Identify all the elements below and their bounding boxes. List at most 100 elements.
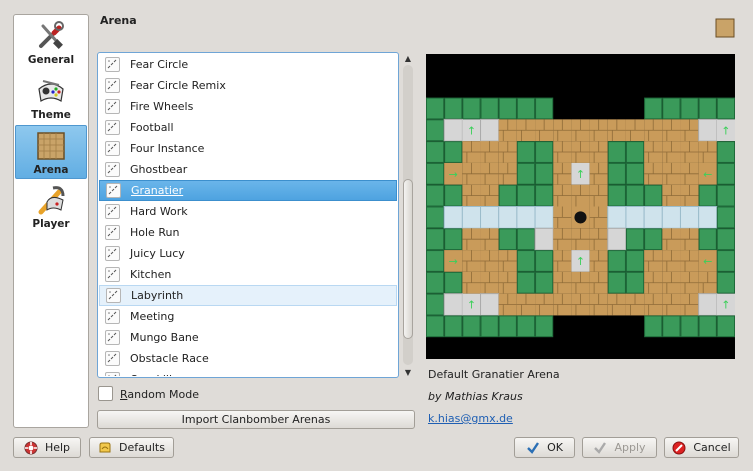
arena-list-item[interactable]: Hard Work bbox=[99, 201, 397, 222]
svg-text:←: ← bbox=[703, 168, 712, 181]
svg-text:→: → bbox=[449, 255, 458, 268]
svg-text:↑: ↑ bbox=[721, 299, 730, 312]
arena-file-icon bbox=[105, 162, 120, 177]
arena-list-item[interactable]: Juicy Lucy bbox=[99, 243, 397, 264]
arena-file-icon bbox=[106, 183, 121, 198]
page-selector: General Theme Arena Player bbox=[13, 14, 89, 428]
arena-file-icon bbox=[105, 351, 120, 366]
scroll-down-arrow-icon[interactable]: ▼ bbox=[401, 366, 415, 378]
nav-item-theme[interactable]: Theme bbox=[15, 71, 87, 125]
arena-list-item-label: Hole Run bbox=[130, 226, 180, 239]
arena-list-item-label: Overkill bbox=[130, 373, 172, 376]
arena-list-item-label: Labyrinth bbox=[131, 289, 184, 302]
ok-label: OK bbox=[547, 441, 563, 454]
arena-list-item[interactable]: Fear Circle Remix bbox=[99, 75, 397, 96]
import-clanbomber-arenas-button[interactable]: Import Clanbomber Arenas bbox=[97, 410, 415, 429]
arena-list-viewport: Fear Circle Fear Circle Remix Fire Wheels F… bbox=[99, 54, 397, 376]
arena-list-item[interactable]: Kitchen bbox=[99, 264, 397, 285]
arena-file-icon bbox=[105, 225, 120, 240]
arena-icon bbox=[35, 130, 67, 162]
arena-list-scrollbar[interactable]: ▲ ▼ bbox=[401, 52, 415, 378]
arena-list-item-label: Fear Circle Remix bbox=[130, 79, 226, 92]
arena-list-item-label: Hard Work bbox=[130, 205, 188, 218]
arena-file-icon bbox=[105, 57, 120, 72]
help-button[interactable]: Help bbox=[13, 437, 81, 458]
arena-author: by Mathias Kraus bbox=[428, 390, 523, 403]
random-mode-label[interactable]: Random Mode bbox=[120, 388, 199, 401]
arena-list-item[interactable]: Fire Wheels bbox=[99, 96, 397, 117]
arena-list-item-label: Mungo Bane bbox=[130, 331, 199, 344]
apply-button[interactable]: Apply bbox=[582, 437, 657, 458]
arena-list-item-label: Football bbox=[130, 121, 174, 134]
svg-text:↑: ↑ bbox=[467, 299, 476, 312]
checkmark-disabled-icon bbox=[593, 441, 607, 455]
scroll-thumb[interactable] bbox=[403, 179, 413, 339]
scroll-up-arrow-icon[interactable]: ▲ bbox=[401, 52, 415, 64]
nav-label-arena: Arena bbox=[33, 164, 69, 176]
defaults-label: Defaults bbox=[119, 441, 165, 454]
player-icon bbox=[35, 184, 67, 216]
arena-list-item[interactable]: Overkill bbox=[99, 369, 397, 376]
cancel-button[interactable]: Cancel bbox=[664, 437, 739, 458]
arena-list-item-label: Obstacle Race bbox=[130, 352, 209, 365]
random-mode-checkbox[interactable] bbox=[98, 386, 113, 401]
arena-list-item[interactable]: Granatier bbox=[99, 180, 397, 201]
nav-item-general[interactable]: General bbox=[15, 16, 87, 70]
nav-item-player[interactable]: Player bbox=[15, 180, 87, 234]
defaults-icon bbox=[98, 441, 112, 455]
arena-file-icon bbox=[105, 372, 120, 376]
gamepad-theme-icon bbox=[35, 75, 67, 107]
arena-file-icon bbox=[105, 204, 120, 219]
arena-header-icon bbox=[715, 18, 735, 38]
arena-list-item-label: Meeting bbox=[130, 310, 175, 323]
arena-file-icon bbox=[105, 99, 120, 114]
arena-list-item[interactable]: Labyrinth bbox=[99, 285, 397, 306]
svg-text:↑: ↑ bbox=[576, 255, 585, 268]
arena-file-icon bbox=[105, 141, 120, 156]
arena-list-item-label: Granatier bbox=[131, 184, 184, 197]
defaults-button[interactable]: Defaults bbox=[89, 437, 174, 458]
arena-list-item[interactable]: Obstacle Race bbox=[99, 348, 397, 369]
arena-list-item[interactable]: Mungo Bane bbox=[99, 327, 397, 348]
tools-icon bbox=[35, 20, 67, 52]
arena-file-icon bbox=[105, 120, 120, 135]
arena-list-item-label: Four Instance bbox=[130, 142, 205, 155]
arena-list-item[interactable]: Meeting bbox=[99, 306, 397, 327]
nav-label-player: Player bbox=[32, 218, 70, 230]
arena-preview: ↑ ↑ → ↑ ← → ↑ ← ↑ ↑ bbox=[426, 97, 735, 338]
arena-list-item[interactable]: Hole Run bbox=[99, 222, 397, 243]
arena-list-item[interactable]: Ghostbear bbox=[99, 159, 397, 180]
arena-file-icon bbox=[105, 309, 120, 324]
help-label: Help bbox=[44, 441, 71, 454]
cancel-icon bbox=[672, 441, 686, 455]
nav-item-arena[interactable]: Arena bbox=[15, 125, 87, 179]
arena-file-icon bbox=[105, 78, 120, 93]
arena-file-icon bbox=[105, 246, 120, 261]
help-icon bbox=[24, 441, 38, 455]
arena-file-icon bbox=[106, 288, 121, 303]
svg-text:←: ← bbox=[703, 255, 712, 268]
arena-list-item-label: Ghostbear bbox=[130, 163, 188, 176]
cancel-label: Cancel bbox=[693, 441, 731, 454]
svg-text:↑: ↑ bbox=[721, 124, 730, 137]
arena-file-icon bbox=[105, 330, 120, 345]
arena-list-item[interactable]: Four Instance bbox=[99, 138, 397, 159]
arena-list-item-label: Kitchen bbox=[130, 268, 172, 281]
svg-text:↑: ↑ bbox=[467, 124, 476, 137]
arena-name: Default Granatier Arena bbox=[428, 368, 560, 381]
svg-text:↑: ↑ bbox=[576, 168, 585, 181]
arena-list-item[interactable]: Football bbox=[99, 117, 397, 138]
nav-label-general: General bbox=[27, 54, 75, 66]
checkmark-icon bbox=[526, 441, 540, 455]
arena-file-icon bbox=[105, 267, 120, 282]
apply-label: Apply bbox=[614, 441, 646, 454]
arena-list-item-label: Juicy Lucy bbox=[130, 247, 185, 260]
arena-list-item-label: Fear Circle bbox=[130, 58, 189, 71]
arena-list[interactable]: Fear Circle Fear Circle Remix Fire Wheels F… bbox=[97, 52, 399, 378]
svg-text:→: → bbox=[449, 168, 458, 181]
arena-list-item-label: Fire Wheels bbox=[130, 100, 194, 113]
arena-author-email-link[interactable]: k.hias@gmx.de bbox=[428, 412, 513, 425]
ok-button[interactable]: OK bbox=[514, 437, 575, 458]
arena-list-item[interactable]: Fear Circle bbox=[99, 54, 397, 75]
nav-label-theme: Theme bbox=[31, 109, 71, 121]
